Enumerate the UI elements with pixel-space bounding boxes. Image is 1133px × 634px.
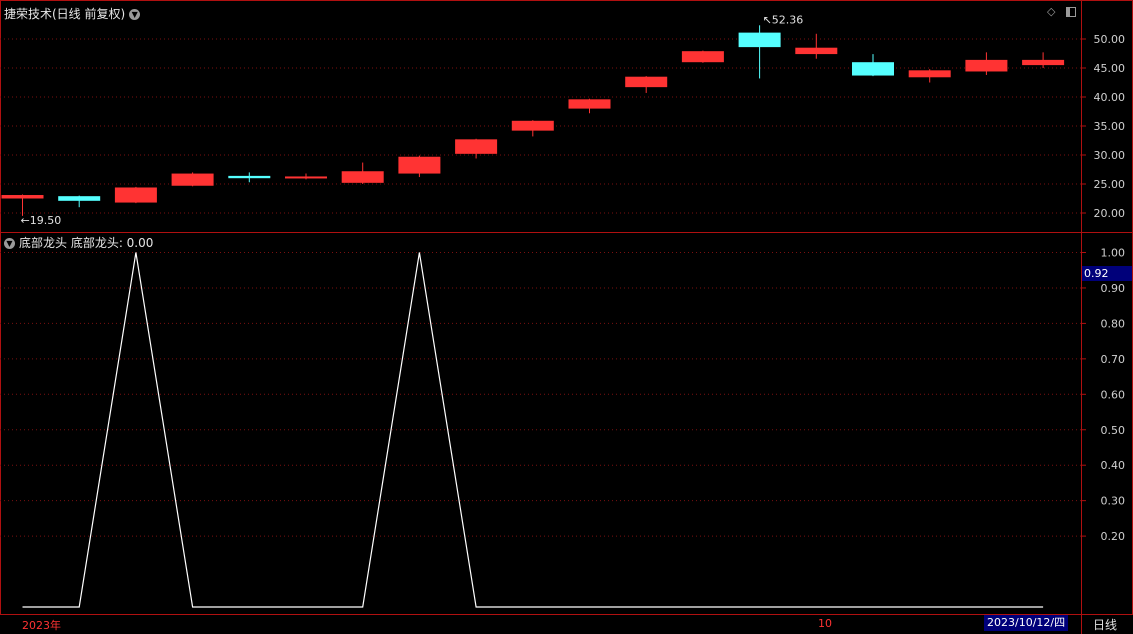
price-tick-label: 30.00 — [1094, 149, 1126, 162]
candle-body — [965, 59, 1008, 72]
candle-body — [908, 70, 951, 78]
date-mid: 10 — [818, 617, 832, 630]
candle-body — [455, 139, 498, 154]
indicator-tick-label: 0.20 — [1101, 530, 1126, 543]
price-tick-label: 35.00 — [1094, 120, 1126, 133]
candle-body — [1022, 59, 1065, 66]
period-tab[interactable]: 日线 — [1082, 615, 1133, 634]
candle-body — [398, 156, 441, 174]
candle-body — [114, 187, 157, 203]
price-tick-label: 45.00 — [1094, 62, 1126, 75]
indicator-tick-label: 0.30 — [1101, 495, 1126, 508]
candle-body — [228, 175, 271, 179]
period-label: 日线 — [1093, 618, 1118, 632]
candle-body — [58, 196, 101, 201]
candle-body — [852, 62, 894, 76]
candle-body — [568, 99, 611, 109]
candle-body — [625, 76, 668, 88]
indicator-tick-label: 0.40 — [1101, 459, 1126, 472]
date-left: 2023年 — [22, 619, 61, 632]
candle-body — [171, 173, 214, 186]
price-low-label: ←19.50 — [21, 214, 62, 227]
price-tick-label: 50.00 — [1094, 33, 1126, 46]
indicator-tick-label: 0.80 — [1101, 317, 1126, 330]
candle-body — [511, 120, 554, 131]
chart-canvas: 50.00 45.00 40.00 35.00 30.00 25.00 20.00 1.00 0… — [0, 13, 1126, 608]
indicator-tick-label: 1.00 — [1101, 247, 1126, 260]
price-high-label: ↖52.36 — [763, 13, 804, 26]
indicator-tick-label: 0.50 — [1101, 424, 1126, 437]
indicator-tick-label: 0.60 — [1101, 388, 1126, 401]
price-tick-label: 40.00 — [1094, 91, 1126, 104]
candle-body — [795, 47, 838, 55]
cursor-value: 0.92 — [1084, 267, 1109, 280]
date-right: 2023/10/12/四 — [984, 615, 1069, 631]
price-tick-label: 25.00 — [1094, 178, 1126, 191]
candle-body — [285, 176, 327, 179]
cursor-value-box: 0.92 — [1082, 266, 1132, 281]
indicator-tick-label: 0.90 — [1101, 282, 1126, 295]
candle-body — [681, 51, 724, 63]
price-tick-label: 20.00 — [1094, 207, 1126, 220]
indicator-tick-label: 0.70 — [1101, 353, 1126, 366]
candle-body — [341, 171, 384, 183]
candle-body — [1, 195, 44, 199]
candle-body — [738, 32, 781, 48]
